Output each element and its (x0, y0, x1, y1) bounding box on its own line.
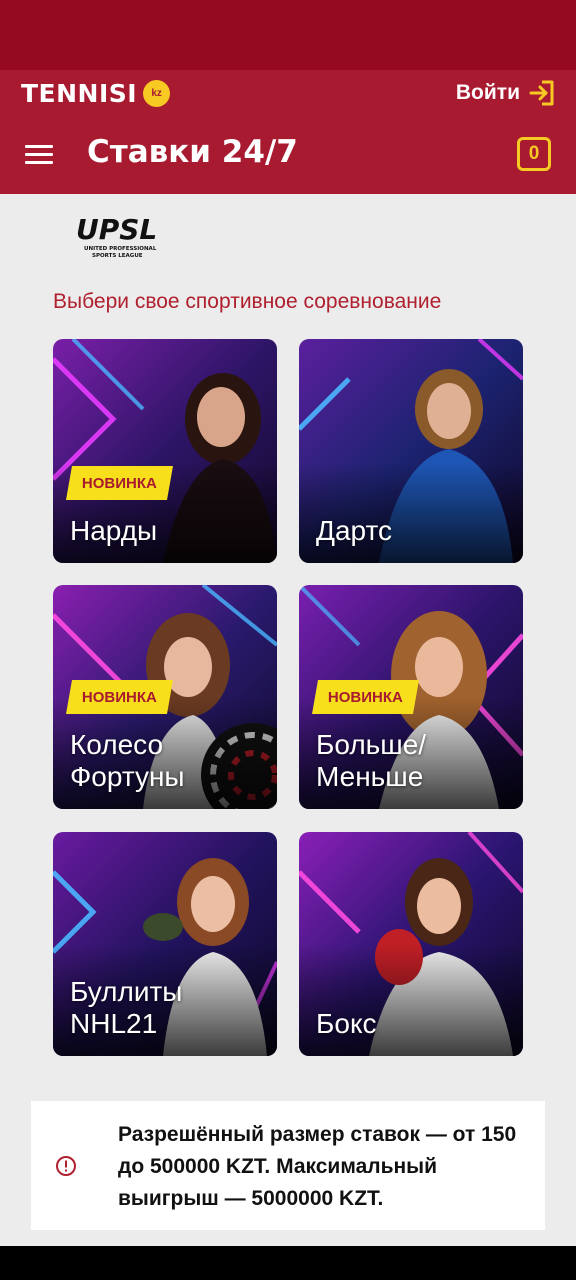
new-badge: НОВИНКА (66, 466, 173, 500)
game-card-nardy[interactable]: НОВИНКА Нарды (53, 339, 277, 563)
login-button[interactable]: Войти (456, 78, 558, 108)
alert-circle-icon (56, 1156, 76, 1176)
notice-text: Разрешённый размер ставок — от 150 до 50… (118, 1123, 517, 1210)
game-card-label: Буллиты NHL21 (70, 976, 183, 1039)
game-card-label: Нарды (70, 515, 158, 546)
upsl-logo: UPSL UNITED PROFESSIONAL SPORTS LEAGUE (74, 211, 170, 261)
game-card-shootouts-nhl21[interactable]: Буллиты NHL21 (53, 832, 277, 1056)
betslip-count: 0 (528, 143, 540, 164)
game-card-label: Больше/ Меньше (316, 729, 427, 792)
new-badge: НОВИНКА (66, 680, 173, 714)
game-card-wheel-of-fortune[interactable]: НОВИНКА Колесо Фортуны (53, 585, 277, 809)
brand-logo[interactable]: TENNISI kz (21, 78, 171, 108)
game-card-boxing[interactable]: Бокс (299, 832, 523, 1056)
brand-region-badge: kz (143, 79, 171, 107)
svg-text:UPSL: UPSL (76, 213, 157, 246)
login-label: Войти (455, 81, 520, 104)
game-card-label: Дартс (316, 515, 393, 546)
login-icon (529, 80, 554, 106)
game-card-label: Бокс (316, 1008, 377, 1039)
brand-name: TENNISI (21, 78, 138, 108)
svg-text:UNITED PROFESSIONAL: UNITED PROFESSIONAL (84, 246, 157, 252)
section-heading: Выбери свое спортивное соревнование (53, 290, 442, 313)
game-card-more-less[interactable]: НОВИНКА Больше/ Меньше (299, 585, 523, 809)
new-badge: НОВИНКА (312, 680, 419, 714)
status-bar (0, 0, 576, 70)
svg-text:SPORTS LEAGUE: SPORTS LEAGUE (92, 253, 143, 259)
system-nav-bar (0, 1246, 576, 1280)
bet-limits-notice: Разрешённый размер ставок — от 150 до 50… (31, 1101, 545, 1230)
page-title: Ставки 24/7 (87, 134, 298, 170)
game-card-label: Колесо Фортуны (70, 729, 185, 792)
betslip-button[interactable]: 0 (517, 137, 551, 171)
game-card-darts[interactable]: Дартс (299, 339, 523, 563)
hamburger-menu-icon[interactable] (25, 139, 53, 169)
